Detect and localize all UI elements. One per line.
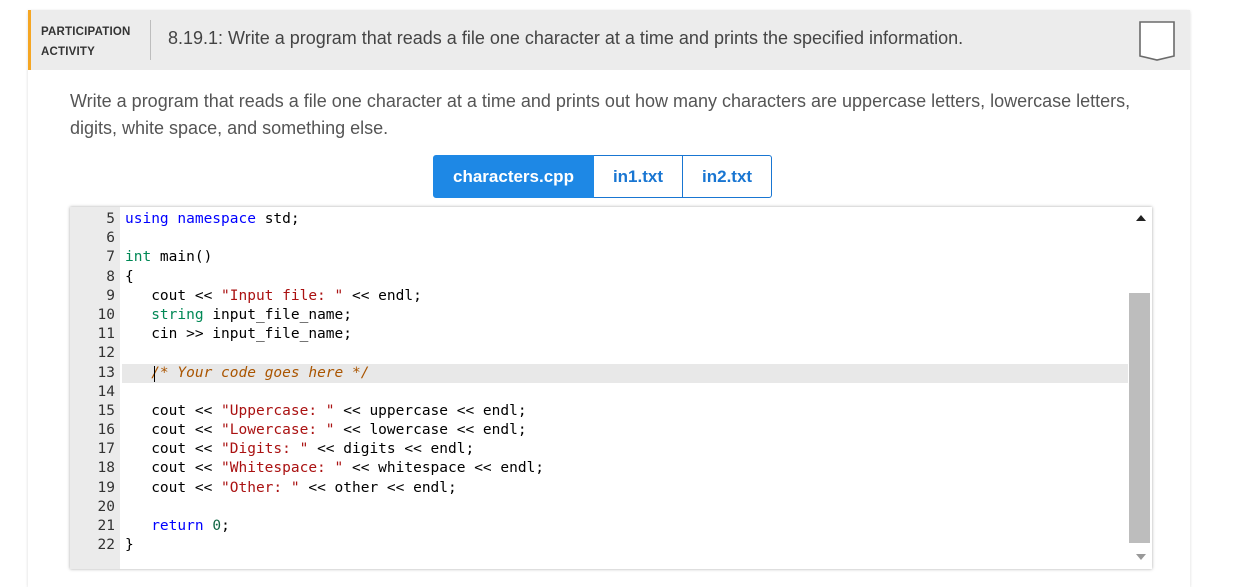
line-number: 17 <box>97 441 115 458</box>
line-number: 11 <box>97 326 115 343</box>
code-line[interactable]: 19 cout << "Other: " << other << endl; <box>70 479 1128 498</box>
code-text[interactable]: cin >> input_file_name; <box>122 325 1128 344</box>
code-text[interactable]: return 0; <box>122 517 1128 536</box>
scroll-down-arrow-icon[interactable] <box>1136 554 1146 560</box>
code-editor[interactable]: 5 using namespace std; 6 7 int main() 8{9 cou… <box>70 207 1152 569</box>
code-text[interactable]: cout << "Input file: " << endl; <box>122 287 1128 306</box>
header-divider <box>150 20 151 60</box>
activity-header: PARTICIPATION ACTIVITY 8.19.1: Write a p… <box>28 10 1190 70</box>
code-text[interactable]: cout << "Digits: " << digits << endl; <box>122 440 1128 459</box>
line-number: 9 <box>106 287 115 304</box>
text-cursor <box>154 365 155 382</box>
code-line[interactable]: 8{ <box>70 268 1128 287</box>
code-text[interactable]: /* Your code goes here */ <box>122 363 1128 383</box>
code-text[interactable]: cout << "Uppercase: " << uppercase << en… <box>122 402 1128 421</box>
code-line[interactable]: 13 /* Your code goes here */ <box>70 363 1128 383</box>
code-line[interactable]: 14 <box>70 383 1128 402</box>
line-number: 13 <box>97 364 115 381</box>
instructions-text: Write a program that reads a file one ch… <box>70 91 1131 138</box>
header-accent-bar <box>28 10 31 70</box>
code-line[interactable]: 17 cout << "Digits: " << digits << endl; <box>70 440 1128 459</box>
activity-title: 8.19.1: Write a program that reads a fil… <box>168 28 964 48</box>
line-number: 10 <box>97 306 115 323</box>
bookmark-icon[interactable] <box>1138 20 1176 62</box>
line-number: 6 <box>106 230 115 247</box>
code-line[interactable]: 10 string input_file_name; <box>70 306 1128 325</box>
code-line[interactable]: 15 cout << "Uppercase: " << uppercase <<… <box>70 402 1128 421</box>
code-line[interactable]: 5 using namespace std; <box>70 210 1128 229</box>
editor-scrollbar[interactable] <box>1128 207 1152 569</box>
code-line[interactable]: 11 cin >> input_file_name; <box>70 325 1128 344</box>
file-tabs: characters.cpp in1.txt in2.txt <box>433 155 773 198</box>
line-number: 18 <box>97 460 115 477</box>
code-text[interactable]: using namespace std; <box>122 210 1128 229</box>
code-text[interactable]: cout << "Whitespace: " << whitespace << … <box>122 459 1128 478</box>
code-text[interactable]: string input_file_name; <box>122 306 1128 325</box>
code-line[interactable]: 20 <box>70 498 1128 517</box>
code-line[interactable]: 7 int main() <box>70 248 1128 267</box>
label-line-1: PARTICIPATION <box>41 26 131 38</box>
line-number: 5 <box>106 211 115 227</box>
tab-in1-txt[interactable]: in1.txt <box>593 155 684 198</box>
code-line[interactable]: 22} <box>70 536 1128 555</box>
line-number: 22 <box>97 537 115 554</box>
code-text[interactable]: cout << "Lowercase: " << lowercase << en… <box>122 421 1128 440</box>
label-line-2: ACTIVITY <box>41 46 95 58</box>
tab-characters-cpp[interactable]: characters.cpp <box>433 155 594 198</box>
participation-activity-card: PARTICIPATION ACTIVITY 8.19.1: Write a p… <box>28 10 1190 587</box>
code-text[interactable]: int main() <box>122 248 1128 267</box>
line-number: 7 <box>106 249 115 266</box>
code-text[interactable]: cout << "Other: " << other << endl; <box>122 479 1128 498</box>
line-number: 16 <box>97 422 115 439</box>
line-number: 20 <box>97 498 115 515</box>
scroll-up-arrow-icon[interactable] <box>1136 215 1146 221</box>
line-number: 14 <box>97 383 115 400</box>
line-number: 15 <box>97 402 115 419</box>
code-lines: 5 using namespace std; 6 7 int main() 8{9 cou… <box>70 210 1128 555</box>
code-line[interactable]: 21 return 0; <box>70 517 1128 536</box>
code-line[interactable]: 16 cout << "Lowercase: " << lowercase <<… <box>70 421 1128 440</box>
code-text[interactable]: } <box>122 536 1128 555</box>
line-number: 19 <box>97 479 115 496</box>
code-text[interactable]: { <box>122 268 1128 287</box>
scroll-thumb[interactable] <box>1129 293 1150 543</box>
tab-in2-txt[interactable]: in2.txt <box>683 155 773 198</box>
line-number: 8 <box>106 268 115 285</box>
participation-activity-label: PARTICIPATION ACTIVITY <box>41 22 131 62</box>
code-line[interactable]: 12 <box>70 344 1128 363</box>
line-number: 21 <box>97 518 115 534</box>
code-line[interactable]: 9 cout << "Input file: " << endl; <box>70 287 1128 306</box>
code-line[interactable]: 18 cout << "Whitespace: " << whitespace … <box>70 459 1128 478</box>
line-number: 12 <box>97 345 115 362</box>
code-line[interactable]: 6 <box>70 229 1128 248</box>
